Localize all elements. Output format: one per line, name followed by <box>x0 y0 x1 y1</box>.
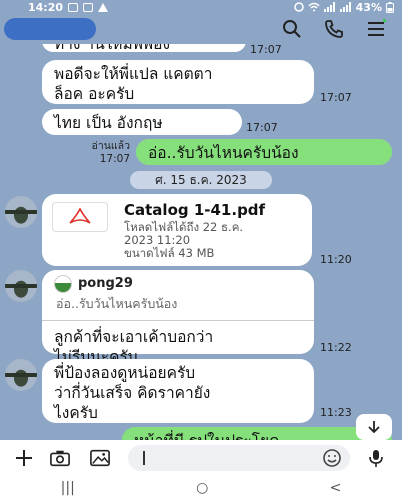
warning-notification-icon <box>98 2 109 12</box>
read-label: อ่านแล้ว <box>91 140 130 152</box>
reply-avatar <box>54 275 72 293</box>
message-text: ไทย เป็น อังกฤษ <box>54 114 163 132</box>
emoji-icon[interactable] <box>322 448 342 468</box>
date-separator: ศ. 15 ธ.ค. 2023 <box>130 171 272 189</box>
message-input[interactable] <box>128 445 350 471</box>
image-icon[interactable] <box>90 448 110 468</box>
alarm-icon <box>293 2 304 12</box>
image-notification-icon <box>68 2 79 12</box>
message-bubble[interactable]: พอดีจะให้พี่แปล แคตตา ล็อค อะครับ <box>42 60 314 104</box>
reply-divider <box>42 320 314 321</box>
arrow-down-icon <box>368 421 380 434</box>
message-text-line: ว่ากี่วันเสร็จ คิดราคายัง <box>54 384 211 402</box>
chat-header <box>0 14 402 44</box>
wifi-icon <box>308 2 320 12</box>
battery-percent: 43% <box>355 0 382 14</box>
microphone-icon[interactable] <box>366 448 386 468</box>
message-text: ท่าง านใหม่พิพิอง <box>54 44 171 53</box>
camera-icon[interactable] <box>50 448 70 468</box>
file-name: Catalog 1-41.pdf <box>124 201 266 219</box>
phone-icon[interactable] <box>324 19 344 39</box>
reply-sender-name: pong29 <box>78 276 133 291</box>
menu-icon[interactable] <box>366 19 386 39</box>
message-bubble[interactable]: พี่ป้องลองดูหน่อยครับ ว่ากี่วันเสร็จ คิด… <box>42 359 314 423</box>
sender-avatar[interactable] <box>5 196 37 228</box>
battery-icon <box>386 1 394 13</box>
status-time: 14:20 <box>28 0 64 14</box>
signal-icon-2 <box>339 2 351 12</box>
message-time: 17:07 <box>250 44 282 56</box>
message-input-bar <box>0 440 402 476</box>
message-time: 11:20 <box>320 253 352 266</box>
outgoing-message-bubble[interactable]: หน้าที่มี รูปในประโยค <box>122 427 392 440</box>
message-bubble[interactable]: ไทย เป็น อังกฤษ <box>42 109 242 135</box>
message-time: 17:07 <box>320 91 352 104</box>
sender-avatar[interactable] <box>5 359 37 391</box>
mail-notification-icon <box>83 2 94 12</box>
message-bubble[interactable]: ท่าง านใหม่พิพิอง <box>42 44 246 53</box>
message-text-line: พี่ป้องลองดูหน่อยครับ <box>54 364 196 382</box>
sender-avatar[interactable] <box>5 270 37 302</box>
message-time: 11:22 <box>320 341 352 354</box>
reply-message-bubble[interactable]: pong29 อ่อ..รับวันไหนครับน้อง ลูกค้าที่จ… <box>42 270 314 366</box>
file-size: ขนาดไฟล์ 43 MB <box>124 246 215 260</box>
search-icon[interactable] <box>282 19 302 39</box>
scroll-to-bottom-button[interactable] <box>356 414 392 440</box>
chat-area[interactable]: ท่าง านใหม่พิพิอง 17:07 พอดีจะให้พี่แปล … <box>0 44 402 440</box>
system-navigation-bar: ||| ○ < <box>0 476 402 499</box>
reply-quoted-text: อ่อ..รับวันไหนครับน้อง <box>56 296 178 311</box>
recents-button[interactable]: ||| <box>61 480 75 496</box>
message-text-line: พอดีจะให้พี่แปล แคตตา <box>54 65 213 83</box>
outgoing-message-bubble[interactable]: อ่อ..รับวันไหนครับน้อง <box>136 139 392 165</box>
message-time: 17:07 <box>99 153 130 165</box>
home-button[interactable]: ○ <box>196 480 208 496</box>
read-receipt: อ่านแล้ว 17:07 <box>74 140 130 166</box>
message-time: 17:07 <box>246 121 278 134</box>
message-text: หน้าที่มี รูปในประโยค <box>134 432 279 440</box>
reply-quote[interactable]: pong29 <box>54 274 302 294</box>
pdf-file-icon <box>52 202 108 232</box>
message-text-line: ลูกค้าที่จะเอาเค้าบอกว่า <box>54 328 214 346</box>
file-message-bubble[interactable]: Catalog 1-41.pdf โหลดไฟล์ได้ถึง 22 ธ.ค. … <box>42 194 312 266</box>
message-time: 11:23 <box>320 406 352 419</box>
message-text-line: ไงครับ <box>54 404 98 422</box>
text-cursor <box>143 451 145 465</box>
signal-icon <box>323 2 335 12</box>
status-bar: 14:20 43% <box>0 0 402 14</box>
chat-title-redacted <box>4 18 96 40</box>
message-text: อ่อ..รับวันไหนครับน้อง <box>148 144 299 162</box>
back-button[interactable]: < <box>330 480 342 496</box>
plus-icon[interactable] <box>14 448 34 468</box>
message-text-line: ล็อค อะครับ <box>54 85 135 103</box>
